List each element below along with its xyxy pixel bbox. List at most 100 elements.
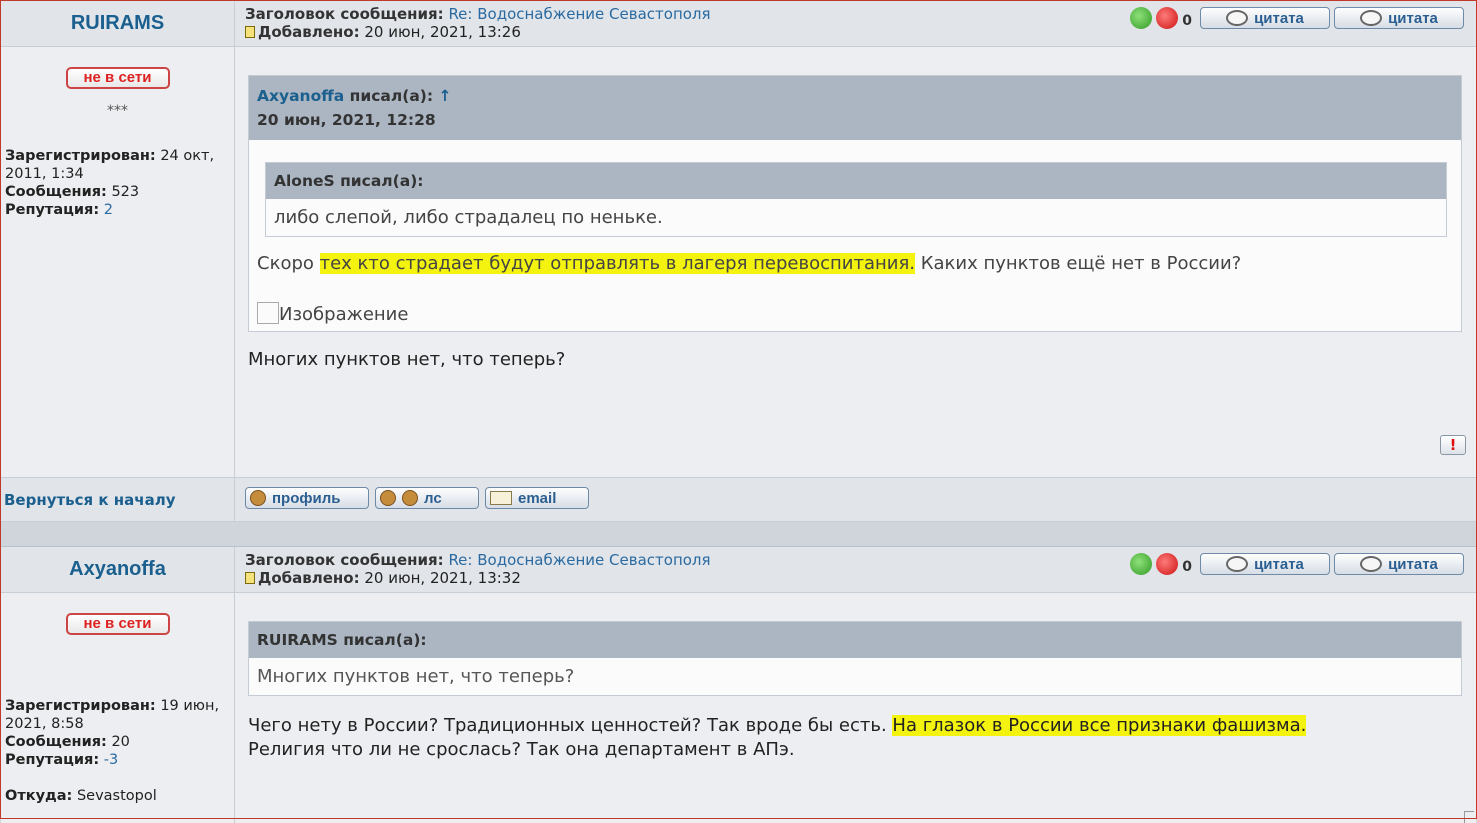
reputation-label: Репутация: [5, 202, 100, 218]
thumbs-up-icon[interactable] [1130, 553, 1153, 575]
quote-author-link[interactable]: Axyanoffa [257, 87, 344, 105]
quote-text-start: Скоро [257, 253, 320, 274]
post-content-cell: Axyanoffa писал(а): ↑ 20 июн, 2021, 12:2… [235, 47, 1476, 477]
post-separator [1, 522, 1476, 546]
message-text-line2: Религия что ли не срослась? Так она депа… [248, 739, 795, 760]
quote-button-label: цитата [1254, 555, 1304, 573]
post-content-cell: RUIRAMS писал(а): Многих пунктов нет, чт… [235, 593, 1476, 823]
subject-link[interactable]: Re: Водоснабжение Севастополя [448, 551, 710, 569]
quote-block: RUIRAMS писал(а): Многих пунктов нет, чт… [248, 621, 1462, 696]
quote-button[interactable]: цитата [1200, 7, 1330, 29]
users-icon [402, 490, 418, 506]
quote-button[interactable]: цитата [1200, 553, 1330, 575]
nested-quote-text: либо слепой, либо страдалец по неньке. [274, 207, 663, 228]
registered-label: Зарегистрирован: [5, 698, 156, 714]
user-icon [250, 490, 266, 506]
broken-image: Изображение [249, 274, 1461, 331]
messages-value: 523 [111, 184, 140, 200]
messages-label: Сообщения: [5, 734, 107, 750]
author-cell: RUIRAMS [1, 1, 235, 46]
email-button[interactable]: email [485, 487, 589, 509]
speech-bubble-icon [1226, 556, 1249, 572]
quote-wrote-label: писал(а): [349, 87, 434, 105]
reputation-value[interactable]: 2 [104, 202, 113, 218]
users-icon [380, 490, 396, 506]
report-icon[interactable]: ! [1440, 435, 1466, 455]
quote-wrote-label: писал(а): [343, 631, 427, 649]
envelope-icon [490, 491, 512, 505]
quick-quote-button-label: цитата [1388, 9, 1438, 27]
quote-header: Axyanoffa писал(а): ↑ 20 июн, 2021, 12:2… [249, 76, 1461, 140]
post-document-icon[interactable] [245, 26, 255, 38]
offline-status-badge: не в сети [65, 613, 170, 635]
post-2: Axyanoffa Заголовок сообщения: Re: Водос… [1, 546, 1476, 823]
pm-button[interactable]: лс [375, 487, 479, 509]
post-document-icon[interactable] [245, 572, 255, 584]
author-cell: Axyanoffa [1, 547, 235, 592]
user-profile-info: Зарегистрирован: 24 окт, 2011, 1:34 Сооб… [1, 147, 234, 219]
pm-button-label: лс [424, 489, 442, 507]
broken-image-icon [257, 302, 279, 324]
post-body: не в сети Зарегистрирован: 19 июн, 2021,… [1, 593, 1476, 823]
reputation-value[interactable]: -3 [104, 752, 118, 768]
nested-quote-wrote-label: писал(а): [340, 172, 424, 190]
quote-button-label: цитата [1254, 9, 1304, 27]
quote-author: RUIRAMS [257, 631, 338, 649]
post-header: Axyanoffa Заголовок сообщения: Re: Водос… [1, 547, 1476, 593]
quick-quote-button-label: цитата [1388, 555, 1438, 573]
post-date: 20 июн, 2021, 13:32 [364, 569, 521, 587]
highlighted-text: На глазок в России все признаки фашизма. [892, 715, 1307, 736]
post-toolbar: 0 цитата цитата [1130, 553, 1464, 575]
quote-text-end: Каких пунктов ещё нет в России? [915, 253, 1242, 274]
quote-header: RUIRAMS писал(а): [249, 622, 1461, 658]
quote-text: Многих пунктов нет, что теперь? [257, 666, 575, 687]
thumbs-up-icon[interactable] [1130, 7, 1153, 29]
messages-label: Сообщения: [5, 184, 107, 200]
speech-bubble-icon [1360, 556, 1383, 572]
added-label: Добавлено: [258, 23, 360, 41]
location-value: Sevastopol [76, 788, 157, 804]
profile-button[interactable]: профиль [245, 487, 369, 509]
post-message: Многих пунктов нет, что теперь? [248, 349, 566, 370]
quick-quote-button[interactable]: цитата [1334, 7, 1464, 29]
post-message: Чего нету в России? Традиционных ценност… [235, 696, 1476, 762]
thumbs-down-icon[interactable] [1156, 7, 1179, 29]
added-label: Добавлено: [258, 569, 360, 587]
profile-cell: не в сети *** Зарегистрирован: 24 окт, 2… [1, 47, 235, 477]
offline-status-badge: не в сети [65, 67, 170, 89]
thumbs-down-icon[interactable] [1156, 553, 1179, 575]
messages-value: 20 [111, 734, 130, 750]
subject-label: Заголовок сообщения: [245, 551, 444, 569]
nested-quote-author: AloneS [274, 172, 335, 190]
profile-cell: не в сети Зарегистрирован: 19 июн, 2021,… [1, 593, 235, 823]
author-name[interactable]: Axyanoffa [69, 558, 166, 581]
back-to-top-link[interactable]: Вернуться к началу [4, 491, 175, 509]
quote-text: Скоро тех кто страдает будут отправлять … [249, 237, 1461, 274]
resize-handle[interactable] [1464, 811, 1474, 823]
subject-link[interactable]: Re: Водоснабжение Севастополя [448, 5, 710, 23]
post-date: 20 июн, 2021, 13:26 [364, 23, 521, 41]
profile-button-label: профиль [272, 489, 341, 507]
nested-quote-block: AloneS писал(а): либо слепой, либо страд… [265, 162, 1447, 237]
post-toolbar: 0 цитата цитата [1130, 7, 1464, 29]
quote-jump-arrow[interactable]: ↑ [438, 87, 451, 105]
image-alt-text: Изображение [279, 304, 409, 325]
highlighted-text: тех кто страдает будут отправлять в лаге… [319, 253, 916, 274]
registered-label: Зарегистрирован: [5, 148, 156, 164]
user-profile-info: Зарегистрирован: 19 июн, 2021, 8:58 Сооб… [1, 697, 234, 805]
quick-quote-button[interactable]: цитата [1334, 553, 1464, 575]
vote-count: 0 [1182, 13, 1192, 29]
post-1: RUIRAMS Заголовок сообщения: Re: Водосна… [1, 0, 1476, 522]
post-body: не в сети *** Зарегистрирован: 24 окт, 2… [1, 47, 1476, 478]
post-meta-cell: Заголовок сообщения: Re: Водоснабжение С… [235, 547, 1476, 592]
email-button-label: email [518, 489, 557, 507]
post-header: RUIRAMS Заголовок сообщения: Re: Водосна… [1, 1, 1476, 47]
reputation-label: Репутация: [5, 752, 100, 768]
quote-date: 20 июн, 2021, 12:28 [257, 111, 436, 129]
nested-quote-header: AloneS писал(а): [266, 163, 1446, 199]
quote-block: Axyanoffa писал(а): ↑ 20 июн, 2021, 12:2… [248, 75, 1462, 332]
speech-bubble-icon [1360, 10, 1383, 26]
vote-count: 0 [1182, 559, 1192, 575]
message-text-start: Чего нету в России? Традиционных ценност… [248, 715, 893, 736]
author-name[interactable]: RUIRAMS [71, 12, 164, 35]
